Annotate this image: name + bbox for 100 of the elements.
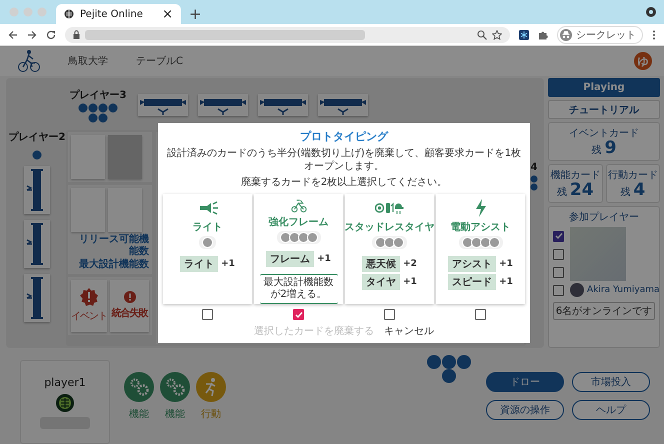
tutorial-button[interactable]: チュートリアル (548, 100, 660, 119)
close-button[interactable]: × (162, 8, 173, 20)
card (71, 188, 105, 232)
token-drawing (32, 150, 42, 160)
bonus-value: +1 (499, 259, 513, 269)
tokens-drawing (78, 102, 118, 122)
card-title: スタッドレスタイヤ (344, 221, 434, 234)
player-checkbox[interactable] (553, 266, 564, 278)
cost-token (280, 232, 290, 243)
attribute-tag: ライト (180, 256, 218, 272)
card-checkbox[interactable] (475, 309, 486, 320)
player-checkbox[interactable] (553, 284, 564, 296)
cost-token (202, 237, 213, 248)
resource-label: 機能 (129, 408, 149, 420)
banner-card (198, 94, 248, 116)
address-field[interactable] (65, 26, 510, 42)
remaining-count: 24 (570, 182, 594, 199)
action-button[interactable]: 資源の操作 (486, 400, 564, 420)
cost-token (375, 237, 386, 248)
zoom-icon[interactable] (477, 30, 487, 40)
tokens-drawing (530, 175, 538, 191)
cyclist-logo-icon (18, 49, 40, 73)
remaining-count: 9 (604, 140, 616, 157)
attribute-tag: スピード (448, 274, 496, 290)
player-name: player1 (44, 376, 86, 388)
new-tab-button[interactable]: + (189, 4, 202, 24)
attribute-tag: タイヤ (362, 274, 400, 290)
player-name: プレイヤー3 (70, 88, 126, 102)
failure-title: 統合失敗 (112, 306, 148, 320)
deck-title: 行動カード (608, 169, 658, 182)
event-label: イベント (71, 310, 107, 323)
remaining-label: 残 (556, 186, 567, 199)
cost-token (462, 237, 472, 248)
banner-card (258, 94, 308, 116)
alert-badge-icon (80, 288, 98, 306)
release-count-label: リリース可能機能数 (78, 234, 149, 257)
back-icon[interactable] (8, 30, 18, 40)
gears-icon (124, 372, 154, 402)
forward-icon[interactable] (27, 30, 37, 40)
blurred-placeholder (570, 227, 626, 281)
card (108, 135, 142, 179)
card (108, 188, 142, 232)
cost-token (470, 237, 482, 248)
player-checkbox[interactable] (553, 230, 564, 242)
effect-text: 最大設計機能数が2増える。 (260, 274, 338, 304)
browser-tab[interactable]: Pejite Online × (56, 4, 181, 24)
bonus-value: +1 (317, 254, 331, 264)
incognito-button[interactable]: シークレット (557, 26, 643, 44)
attribute-tag: アシスト (448, 256, 496, 272)
table-name: テーブルC (136, 54, 183, 68)
avatar-placeholder (570, 283, 584, 297)
card-title: ライト (192, 221, 222, 234)
banner-card (24, 220, 50, 268)
max-design-label: 最大設計機能数 (79, 259, 149, 270)
menu-icon[interactable] (652, 30, 656, 40)
action-button[interactable]: ヘルプ (572, 400, 650, 420)
globe-icon (64, 9, 74, 19)
cost-token (298, 232, 308, 243)
running-person-icon (196, 372, 226, 402)
status-button[interactable]: Playing (548, 78, 660, 97)
participants-title: 参加プレイヤー (569, 210, 639, 224)
bonus-value: +1 (221, 259, 235, 269)
card (71, 135, 105, 179)
action-button[interactable]: ドロー (486, 372, 564, 392)
cost-token (288, 232, 300, 243)
window-controls-icon (8, 6, 48, 18)
dialog-title: プロトタイピング (300, 129, 388, 144)
cost-token (384, 237, 395, 248)
resource-label: 機能 (165, 408, 185, 420)
gears-icon (160, 372, 190, 402)
online-count-button[interactable]: 6名がオンラインです (553, 302, 655, 320)
dialog-text: 廃棄するカードを2枚以上選択してください。 (240, 176, 448, 189)
remaining-label: 残 (592, 144, 602, 157)
deck-title: イベントカード (569, 127, 639, 140)
university-name: 鳥取大学 (68, 54, 108, 68)
extension-icon[interactable] (519, 30, 529, 40)
deck-title: 機能カード (550, 168, 600, 182)
bonus-value: +2 (403, 259, 417, 269)
player-checkbox[interactable] (553, 248, 564, 260)
card-checkbox[interactable] (202, 309, 213, 320)
action-button[interactable]: 市場投入 (572, 372, 650, 392)
card-checkbox[interactable] (384, 309, 395, 320)
account-icon[interactable] (646, 7, 656, 17)
star-icon[interactable] (492, 30, 502, 40)
attribute-tag: 悪天候 (362, 256, 400, 272)
remaining-label: 残 (620, 186, 630, 199)
cost-token (488, 237, 500, 248)
tokens-drawing (426, 354, 472, 384)
role-badge-icon (56, 394, 74, 412)
cost-token (306, 232, 318, 243)
participant-name: Akira Yumiyama (587, 285, 660, 295)
reload-icon[interactable] (46, 30, 56, 40)
cost-token (480, 237, 490, 248)
puzzle-icon[interactable] (538, 30, 548, 40)
user-avatar[interactable]: ゆ (634, 52, 652, 70)
banner-card (318, 94, 368, 116)
player-name: 4 (530, 162, 538, 173)
card-checkbox[interactable] (293, 309, 304, 320)
cancel-button[interactable]: キャンセル (384, 324, 434, 338)
banner-card (138, 94, 188, 116)
